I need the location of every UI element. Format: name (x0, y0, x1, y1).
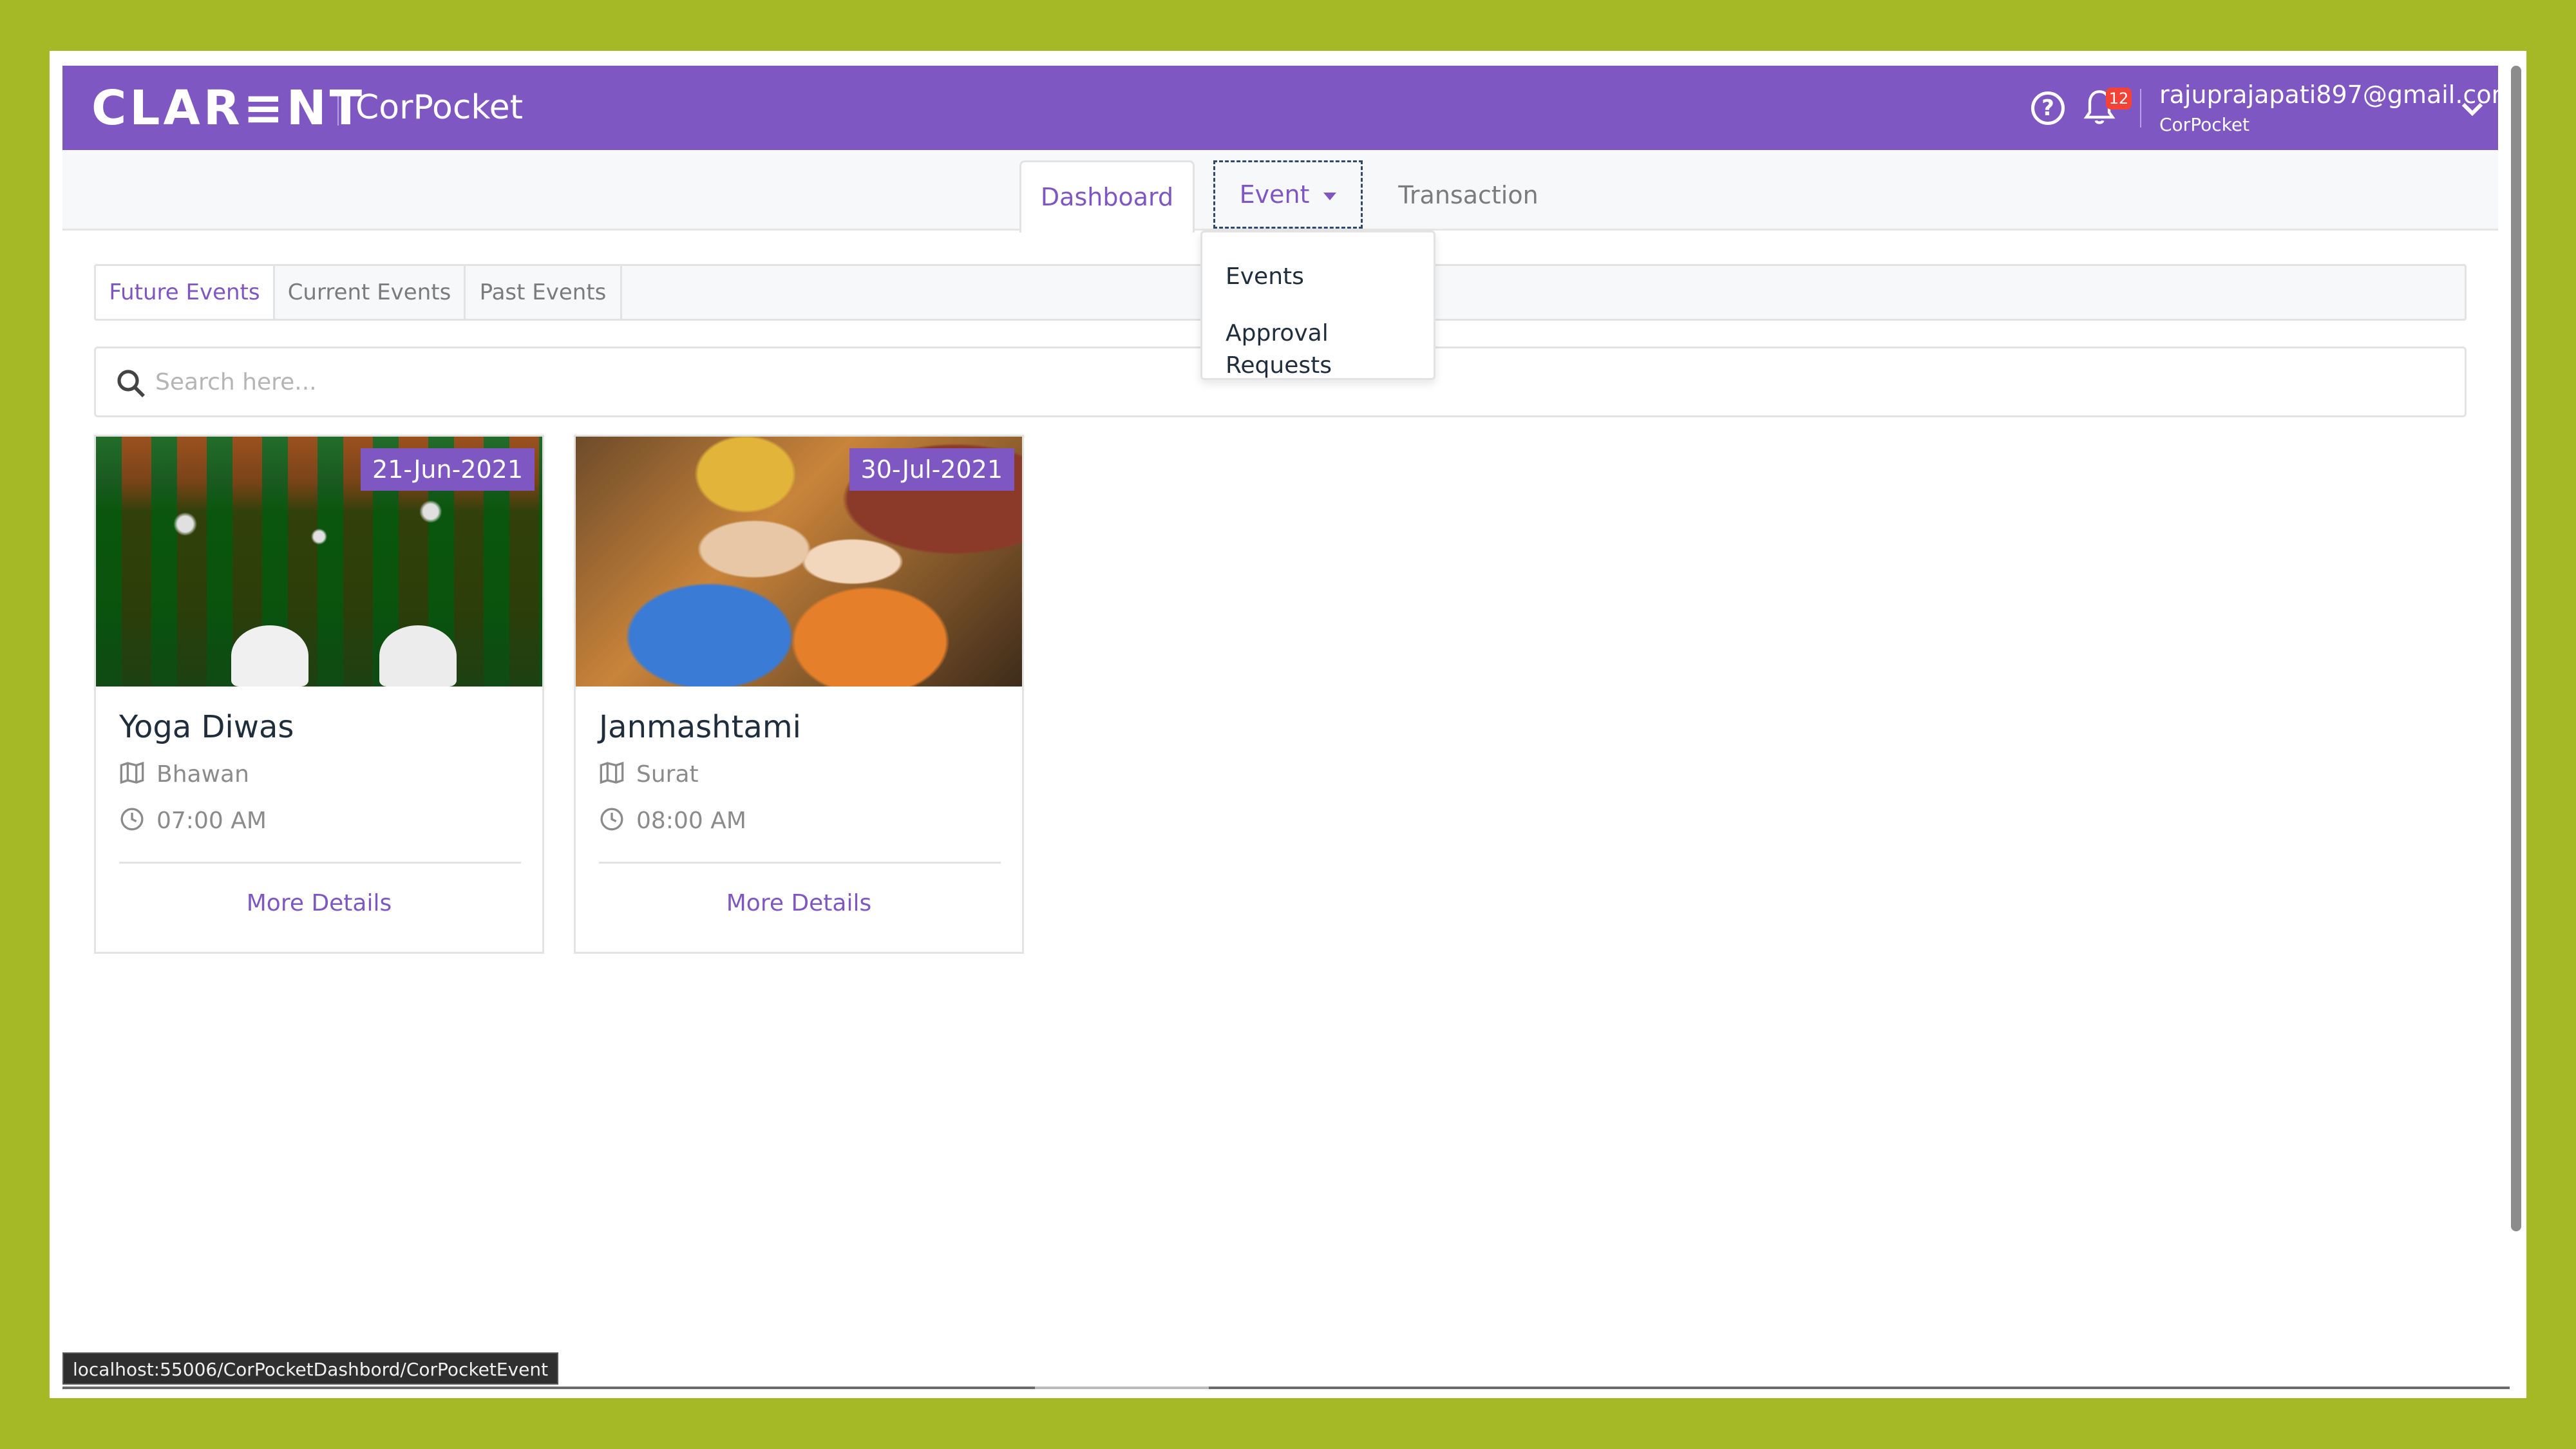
map-icon (120, 761, 144, 784)
horizontal-scrollbar[interactable] (62, 1387, 2510, 1389)
event-image[interactable]: 30-Jul-2021 (576, 437, 1022, 687)
clarent-logo[interactable]: CLAR≡NT (91, 81, 365, 135)
notification-count-badge: 12 (2106, 88, 2132, 109)
event-location: Bhawan (119, 759, 249, 791)
menu-item-events[interactable]: Events (1226, 261, 1304, 293)
tab-transaction[interactable]: Transaction (1381, 160, 1556, 231)
horizontal-scrollbar-thumb[interactable] (1035, 1387, 1209, 1389)
event-date-badge: 21-Jun-2021 (361, 448, 535, 491)
event-card[interactable]: 21-Jun-2021 Yoga Diwas Bhawan 07:00 AM M… (94, 435, 544, 954)
browser-viewport: CLAR≡NT CorPocket ? 12 rajuprajapati897@… (50, 51, 2526, 1398)
event-title: Janmashtami (599, 709, 801, 745)
menu-item-approval-requests[interactable]: Approval Requests (1226, 317, 1434, 382)
main-nav: Dashboard Event Transaction (62, 150, 2498, 232)
search-icon (117, 370, 145, 397)
card-divider (599, 862, 1001, 864)
user-divider (2140, 89, 2141, 128)
more-details-link[interactable]: More Details (576, 887, 1022, 920)
event-location-text: Surat (636, 761, 699, 788)
tab-dashboard[interactable]: Dashboard (1019, 160, 1195, 232)
event-location-text: Bhawan (156, 761, 249, 788)
event-time: 07:00 AM (119, 805, 267, 837)
event-dropdown-menu: Events Approval Requests (1200, 231, 1435, 380)
vertical-scrollbar[interactable] (2507, 66, 2524, 1379)
app-header: CLAR≡NT CorPocket ? 12 rajuprajapati897@… (62, 66, 2515, 150)
status-bar-url: localhost:55006/CorPocketDashbord/CorPoc… (62, 1352, 559, 1385)
chevron-down-icon[interactable] (2459, 95, 2485, 121)
scrollbar-thumb[interactable] (2511, 66, 2521, 1231)
clock-icon (600, 808, 623, 831)
image-figure (231, 625, 308, 687)
tab-event[interactable]: Event (1213, 160, 1363, 229)
image-shade (96, 609, 542, 687)
notifications-button[interactable]: 12 (2083, 88, 2132, 130)
header-divider (337, 90, 339, 126)
tab-future-events[interactable]: Future Events (96, 266, 275, 319)
card-divider (119, 862, 521, 864)
event-card[interactable]: 30-Jul-2021 Janmashtami Surat 08:00 AM M… (574, 435, 1024, 954)
more-details-link[interactable]: More Details (96, 887, 542, 920)
event-time-text: 08:00 AM (636, 808, 746, 834)
event-title: Yoga Diwas (119, 709, 294, 745)
user-org: CorPocket (2159, 114, 2250, 135)
event-location: Surat (599, 759, 699, 791)
app-name: CorPocket (355, 88, 524, 127)
image-figure (379, 625, 457, 687)
tab-current-events[interactable]: Current Events (275, 266, 466, 319)
event-image[interactable]: 21-Jun-2021 (96, 437, 542, 687)
event-date-badge: 30-Jul-2021 (849, 448, 1014, 491)
map-icon (600, 761, 624, 784)
tab-past-events[interactable]: Past Events (466, 266, 622, 319)
clock-icon (120, 808, 144, 831)
event-time-text: 07:00 AM (156, 808, 267, 834)
help-icon[interactable]: ? (2031, 91, 2065, 125)
event-time: 08:00 AM (599, 805, 746, 837)
caret-down-icon (1323, 192, 1337, 200)
tab-event-label: Event (1239, 180, 1310, 209)
